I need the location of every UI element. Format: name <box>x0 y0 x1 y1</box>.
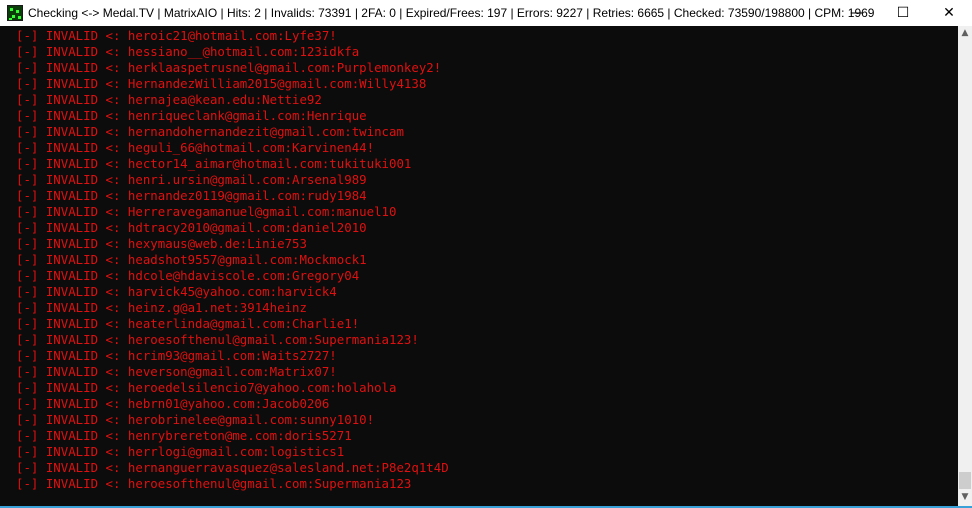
console-line: [-] INVALID <: herobrinelee@gmail.com:su… <box>16 412 375 427</box>
console-line: [-] INVALID <: heinz.g@a1.net:3914heinz <box>16 300 307 315</box>
console-line: [-] INVALID <: heguli_66@hotmail.com:Kar… <box>16 140 375 155</box>
console-line: [-] INVALID <: hebrn01@yahoo.com:Jacob02… <box>16 396 330 411</box>
console-line: [-] INVALID <: henriqueclank@gmail.com:H… <box>16 108 367 123</box>
console-line: [-] INVALID <: heaterlinda@gmail.com:Cha… <box>16 316 360 331</box>
console-line: [-] INVALID <: hdcole@hdaviscole.com:Gre… <box>16 268 360 283</box>
minimize-button[interactable]: — <box>834 0 880 26</box>
console-line: [-] INVALID <: hcrim93@gmail.com:Waits27… <box>16 348 337 363</box>
console-line: [-] INVALID <: heroesofthenul@gmail.com:… <box>16 332 419 347</box>
console-line: [-] INVALID <: headshot9557@gmail.com:Mo… <box>16 252 367 267</box>
console-line: [-] INVALID <: HernandezWilliam2015@gmai… <box>16 76 427 91</box>
console-line: [-] INVALID <: hernajea@kean.edu:Nettie9… <box>16 92 322 107</box>
window-title: Checking <-> Medal.TV | MatrixAIO | Hits… <box>28 6 875 20</box>
console-line: [-] INVALID <: herrlogi@gmail.com:logist… <box>16 444 345 459</box>
console-line: [-] INVALID <: heroesofthenul@gmail.com:… <box>16 476 412 491</box>
console-output: [-] INVALID <: heroic21@hotmail.com:Lyfe… <box>0 26 958 506</box>
console-line: [-] INVALID <: henri.ursin@gmail.com:Ars… <box>16 172 367 187</box>
console-line: [-] INVALID <: heverson@gmail.com:Matrix… <box>16 364 337 379</box>
console-line: [-] INVALID <: hector14_aimar@hotmail.co… <box>16 156 412 171</box>
title-bar: Checking <-> Medal.TV | MatrixAIO | Hits… <box>0 0 972 26</box>
console-line: [-] INVALID <: hernanguerravasquez@sales… <box>16 460 449 475</box>
console-line: [-] INVALID <: hernandez0119@gmail.com:r… <box>16 188 367 203</box>
console-line: [-] INVALID <: harvick45@yahoo.com:harvi… <box>16 284 337 299</box>
console-line: [-] INVALID <: hexymaus@web.de:Linie753 <box>16 236 307 251</box>
maximize-button[interactable]: ☐ <box>880 0 926 26</box>
app-icon <box>7 5 23 21</box>
console-line: [-] INVALID <: heroedelsilencio7@yahoo.c… <box>16 380 397 395</box>
scrollbar-thumb[interactable] <box>959 472 971 489</box>
scroll-down-icon[interactable]: ▼ <box>958 490 972 504</box>
vertical-scrollbar[interactable]: ▲ ▼ <box>958 26 972 506</box>
console-line: [-] INVALID <: Herreravegamanuel@gmail.c… <box>16 204 397 219</box>
console-line: [-] INVALID <: heroic21@hotmail.com:Lyfe… <box>16 28 337 43</box>
console-line: [-] INVALID <: herklaaspetrusnel@gmail.c… <box>16 60 442 75</box>
scroll-up-icon[interactable]: ▲ <box>958 26 972 40</box>
console-line: [-] INVALID <: henrybrereton@me.com:dori… <box>16 428 352 443</box>
console-line: [-] INVALID <: hdtracy2010@gmail.com:dan… <box>16 220 367 235</box>
console-line: [-] INVALID <: hessiano__@hotmail.com:12… <box>16 44 360 59</box>
console-line: [-] INVALID <: hernandohernandezit@gmail… <box>16 124 404 139</box>
close-button[interactable]: ✕ <box>926 0 972 26</box>
